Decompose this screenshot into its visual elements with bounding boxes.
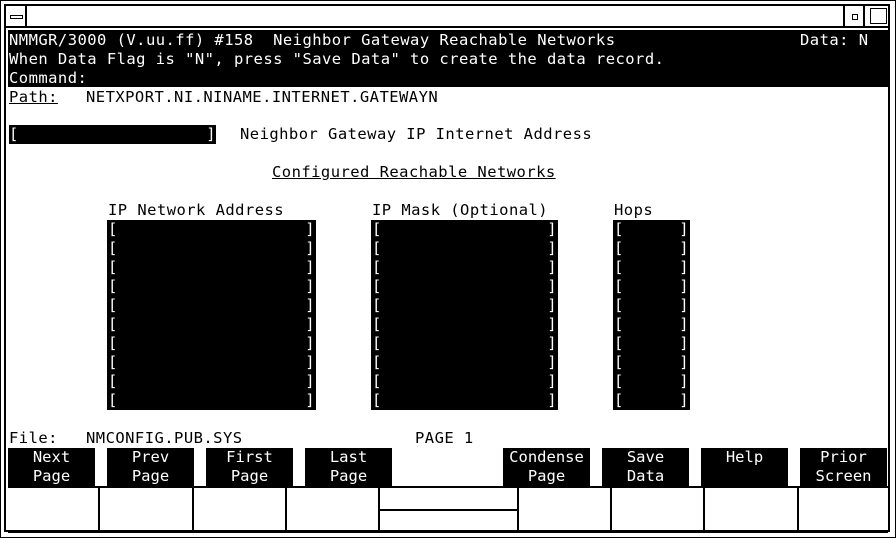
network-address-input[interactable]: [] <box>107 315 316 334</box>
ip-mask-input[interactable]: [] <box>371 296 558 315</box>
ip-mask-input[interactable]: [] <box>371 315 558 334</box>
hops-input[interactable]: [] <box>613 315 690 334</box>
hops-input[interactable]: [] <box>613 258 690 277</box>
ip-mask-input[interactable]: [] <box>371 258 558 277</box>
network-address-input[interactable]: [] <box>107 372 316 391</box>
command-label: Command: <box>9 69 88 87</box>
hops-input[interactable]: [] <box>613 239 690 258</box>
slot-split-line <box>378 509 519 511</box>
command-input[interactable] <box>96 69 876 87</box>
hops-input[interactable]: [] <box>613 391 690 410</box>
maximize-icon <box>870 8 887 24</box>
gateway-ip-label: Neighbor Gateway IP Internet Address <box>240 125 593 143</box>
ip-mask-input[interactable]: [] <box>371 353 558 372</box>
hops-input[interactable]: [] <box>613 353 690 372</box>
path-value: NETXPORT.NI.NINAME.INTERNET.GATEWAYN <box>86 88 439 106</box>
blank-key <box>404 448 491 486</box>
ip-mask-input[interactable]: [] <box>371 334 558 353</box>
data-flag: Data: N <box>800 31 869 49</box>
status-message: When Data Flag is "N", press "Save Data"… <box>9 50 665 68</box>
network-address-input[interactable]: [] <box>107 277 316 296</box>
save-data-key[interactable]: Save Data <box>602 448 689 486</box>
prior-screen-key[interactable]: Prior Screen <box>800 448 887 486</box>
ip-mask-input[interactable]: [] <box>371 220 558 239</box>
slot-separator <box>703 488 705 530</box>
column-header-network: IP Network Address <box>108 201 285 219</box>
slot-separator <box>192 488 194 530</box>
system-menu-icon <box>10 15 23 19</box>
file-label: File: <box>9 429 58 447</box>
section-title: Configured Reachable Networks <box>272 163 556 181</box>
network-address-input[interactable]: [] <box>107 296 316 315</box>
file-value: NMCONFIG.PUB.SYS <box>86 429 243 447</box>
network-address-input[interactable]: [] <box>107 258 316 277</box>
network-address-input[interactable]: [] <box>107 391 316 410</box>
screen-title: NMMGR/3000 (V.uu.ff) #158 Neighbor Gatew… <box>9 31 616 49</box>
network-address-input[interactable]: [] <box>107 220 316 239</box>
prev-page-key[interactable]: Prev Page <box>107 448 194 486</box>
hops-input[interactable]: [] <box>613 334 690 353</box>
slot-separator <box>610 488 612 530</box>
gateway-ip-field[interactable]: [ ] <box>9 125 216 144</box>
page-indicator: PAGE 1 <box>415 429 474 447</box>
column-header-mask: IP Mask (Optional) <box>372 201 549 219</box>
first-page-key[interactable]: First Page <box>206 448 293 486</box>
last-page-key[interactable]: Last Page <box>305 448 392 486</box>
next-page-key[interactable]: Next Page <box>8 448 95 486</box>
hops-input[interactable]: [] <box>613 296 690 315</box>
slot-separator <box>797 488 799 530</box>
ip-mask-input[interactable]: [] <box>371 391 558 410</box>
hops-input[interactable]: [] <box>613 277 690 296</box>
slot-separator <box>285 488 287 530</box>
condense-page-key[interactable]: Condense Page <box>503 448 590 486</box>
minimize-icon <box>852 14 858 20</box>
ip-mask-input[interactable]: [] <box>371 239 558 258</box>
title-bar[interactable] <box>6 6 890 28</box>
slot-separator <box>98 488 100 530</box>
fkey-divider <box>8 486 888 488</box>
ip-mask-input[interactable]: [] <box>371 277 558 296</box>
network-address-input[interactable]: [] <box>107 353 316 372</box>
hops-input[interactable]: [] <box>613 372 690 391</box>
ip-mask-input[interactable]: [] <box>371 372 558 391</box>
network-address-input[interactable]: [] <box>107 239 316 258</box>
network-address-input[interactable]: [] <box>107 334 316 353</box>
hops-input[interactable]: [] <box>613 220 690 239</box>
bottom-border <box>8 530 888 533</box>
path-label: Path: <box>9 88 58 106</box>
help-key[interactable]: Help <box>701 448 788 486</box>
column-header-hops: Hops <box>614 201 654 219</box>
